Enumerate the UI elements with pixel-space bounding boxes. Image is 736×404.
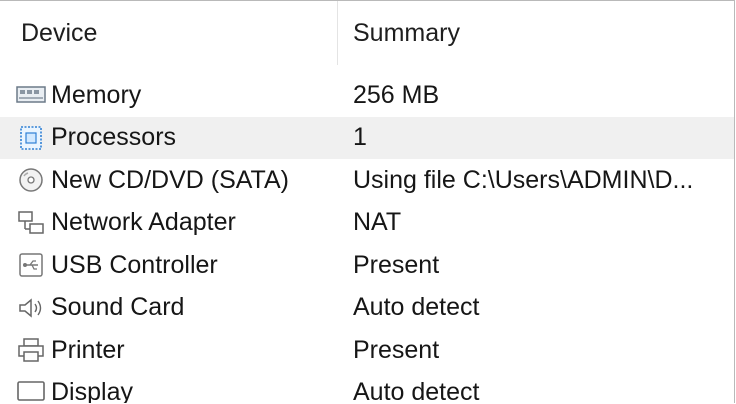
device-row-memory[interactable]: Memory 256 MB [0, 74, 734, 117]
device-rows: Memory 256 MB Processors 1 New CD/DVD (S… [0, 74, 734, 403]
device-row-printer[interactable]: Printer Present [0, 329, 734, 372]
device-row-processors[interactable]: Processors 1 [0, 116, 734, 159]
device-summary: Auto detect [353, 378, 480, 403]
device-name: Network Adapter [51, 208, 236, 237]
device-name: Sound Card [51, 293, 185, 322]
device-row-display[interactable]: Display Auto detect [0, 372, 734, 403]
hardware-device-list: Device Summary Memory 256 MB Processors … [0, 0, 735, 403]
device-row-sound-card[interactable]: Sound Card Auto detect [0, 287, 734, 330]
device-summary: Present [353, 335, 440, 364]
list-header: Device Summary [0, 1, 734, 65]
column-header-summary[interactable]: Summary [338, 1, 734, 65]
sound-card-icon [14, 293, 48, 323]
device-summary: Present [353, 250, 440, 279]
device-name: Processors [51, 123, 177, 152]
device-row-usb-controller[interactable]: USB Controller Present [0, 244, 734, 287]
processor-icon [14, 123, 48, 153]
device-cell: Network Adapter [0, 208, 338, 238]
device-name: Memory [51, 80, 142, 109]
device-summary: Using file C:\Users\ADMIN\D... [353, 165, 694, 194]
display-icon [14, 378, 48, 403]
device-name: Display [51, 378, 133, 403]
printer-icon [14, 335, 48, 365]
device-row-network-adapter[interactable]: Network Adapter NAT [0, 202, 734, 245]
device-cell: Processors [0, 123, 338, 153]
device-cell: Sound Card [0, 293, 338, 323]
device-cell: Display [0, 378, 338, 403]
device-summary: Auto detect [353, 293, 480, 322]
device-name: USB Controller [51, 250, 218, 279]
device-summary: NAT [353, 208, 402, 237]
device-summary: 256 MB [353, 80, 440, 109]
memory-icon [14, 80, 48, 110]
device-summary: 1 [353, 123, 367, 152]
network-adapter-icon [14, 208, 48, 238]
device-name: New CD/DVD (SATA) [51, 165, 289, 194]
column-header-device[interactable]: Device [0, 1, 338, 65]
cd-dvd-icon [14, 165, 48, 195]
device-cell: Printer [0, 335, 338, 365]
device-cell: USB Controller [0, 250, 338, 280]
device-cell: Memory [0, 80, 338, 110]
usb-icon [14, 250, 48, 280]
device-row-cd-dvd[interactable]: New CD/DVD (SATA) Using file C:\Users\AD… [0, 159, 734, 202]
device-cell: New CD/DVD (SATA) [0, 165, 338, 195]
device-name: Printer [51, 335, 125, 364]
